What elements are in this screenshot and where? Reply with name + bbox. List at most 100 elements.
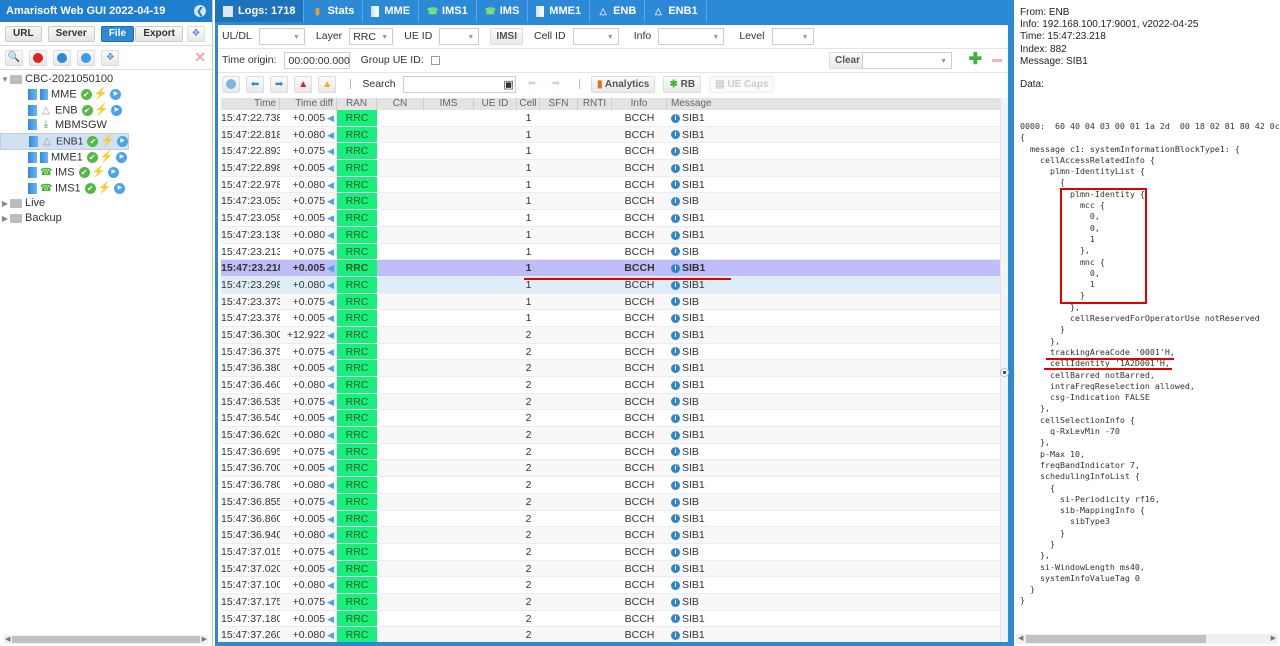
table-row[interactable]: 15:47:37.175 +0.075 ◀ RRC 2 BCCH i SIB [221,593,1003,611]
layer-select[interactable]: RRC ▼ [349,28,394,45]
info-icon[interactable]: i [671,230,680,240]
splitter-handle[interactable] [1000,368,1009,377]
scroll-thumb[interactable] [12,636,200,643]
info-icon[interactable]: i [671,430,680,440]
table-row[interactable]: 15:47:23.378 +0.005 ◀ RRC 1 BCCH i SIB1 [221,310,1003,327]
info-icon[interactable]: i [671,130,680,140]
tree-node-enb[interactable]: △ ENB ✔ ⚡ ▶ [0,103,212,118]
play-icon[interactable]: ▶ [117,136,129,148]
column-header-cn[interactable]: CN [377,98,424,110]
scroll-left-icon[interactable]: ◀ [5,635,10,644]
bolt-icon[interactable]: ⚡ [95,103,109,118]
tree-node-enb1[interactable]: △ ENB1 ✔ ⚡ ▶ [0,133,130,151]
info-icon[interactable]: i [671,297,680,307]
ueid-select[interactable]: ▼ [439,28,480,45]
table-row[interactable]: 15:47:36.700 +0.005 ◀ RRC 2 BCCH i SIB1 [221,460,1003,478]
play-icon[interactable]: ▶ [111,104,123,116]
info-icon[interactable]: i [671,197,680,207]
warning-icon[interactable]: ▲ [318,76,337,93]
expand-icon[interactable]: ▶ [0,211,10,226]
column-header-ran[interactable]: RAN [337,98,377,110]
table-row[interactable]: 15:47:22.898 +0.005 ◀ RRC 1 BCCH i SIB1 [221,160,1003,177]
table-row[interactable]: 15:47:22.818 +0.080 ◀ RRC 1 BCCH i SIB1 [221,126,1003,144]
search-config-icon[interactable]: 🔍 [5,50,23,66]
tree-node-ims[interactable]: ☎ IMS ✔ ⚡ ▶ [0,165,212,180]
table-row[interactable]: 15:47:37.260 +0.080 ◀ RRC 2 BCCH i SIB1 [221,627,1003,642]
clear-button[interactable]: Clear [828,52,866,69]
scroll-right-icon[interactable]: ▶ [202,635,207,644]
search-next-icon[interactable]: ➡ [547,76,565,93]
pause-icon[interactable] [77,50,96,66]
table-row[interactable]: 15:47:36.300 +12.922 ◀ RRC 2 BCCH i SIB1 [221,326,1003,344]
table-row[interactable]: 15:47:23.053 +0.075 ◀ RRC 1 BCCH i SIB [221,193,1003,211]
info-icon[interactable]: i [671,280,680,290]
column-header-rnti[interactable]: RNTI [578,98,612,110]
info-icon[interactable]: i [671,313,680,323]
details-horizontal-scrollbar[interactable]: ◀ ▶ [1016,634,1278,644]
table-row[interactable]: 15:47:36.535 +0.075 ◀ RRC 2 BCCH i SIB [221,393,1003,411]
table-row[interactable]: 15:47:36.380 +0.005 ◀ RRC 2 BCCH i SIB1 [221,360,1003,377]
info-icon[interactable]: i [671,614,680,624]
clock-icon[interactable] [222,76,240,93]
tree-folder-backup[interactable]: ▶ Backup [0,211,212,226]
table-row[interactable]: 15:47:36.460 +0.080 ◀ RRC 2 BCCH i SIB1 [221,377,1003,394]
collapse-panel-icon[interactable]: ❮ [194,5,206,17]
info-icon[interactable]: i [671,530,680,540]
scroll-thumb[interactable] [1026,635,1206,643]
table-row[interactable]: 15:47:36.855 +0.075 ◀ RRC 2 BCCH i SIB [221,493,1003,511]
column-header-time-diff[interactable]: Time diff [280,98,337,110]
info-icon[interactable]: i [671,163,680,173]
info-icon[interactable]: i [671,497,680,507]
info-icon[interactable]: i [671,564,680,574]
column-header-message[interactable]: Message [667,98,1003,110]
tree-node-mme[interactable]: MME ✔ ⚡ ▶ [0,87,212,102]
uldl-select[interactable]: ▼ [258,28,305,45]
info-icon[interactable]: i [671,247,680,257]
server-button[interactable]: Server [47,26,95,42]
column-header-ims[interactable]: IMS [424,98,474,110]
time-origin-input[interactable]: 00:00:00.000 [283,52,350,69]
column-header-info[interactable]: Info [612,98,667,110]
info-icon[interactable]: i [671,330,680,340]
connect-icon[interactable]: ❖ [187,26,205,42]
table-row[interactable]: 15:47:22.893 +0.075 ◀ RRC 1 BCCH i SIB [221,143,1003,161]
column-header-time[interactable]: Time [221,98,280,110]
info-icon[interactable]: i [671,113,680,123]
table-row[interactable]: 15:47:37.020 +0.005 ◀ RRC 2 BCCH i SIB1 [221,560,1003,578]
tree-node-ims1[interactable]: ☎ IMS1 ✔ ⚡ ▶ [0,181,212,196]
expand-icon[interactable]: ▶ [0,196,10,211]
tab-logs[interactable]: Logs: 1718 [215,0,305,22]
refresh-icon[interactable] [53,50,72,66]
arrow-right-icon[interactable]: ➡ [270,76,289,93]
imsi-button[interactable]: IMSI [490,28,523,45]
tab-enb1[interactable]: △ ENB1 [645,0,707,22]
rb-button[interactable]: ✱ RB [663,76,702,93]
tree-node-mme1[interactable]: MME1 ✔ ⚡ ▶ [0,150,212,165]
level-select[interactable]: ▼ [771,28,814,45]
table-row[interactable]: 15:47:37.015 +0.075 ◀ RRC 2 BCCH i SIB [221,543,1003,561]
url-button[interactable]: URL [5,26,42,42]
table-row[interactable]: 15:47:36.940 +0.080 ◀ RRC 2 BCCH i SIB1 [221,527,1003,544]
arrow-left-icon[interactable]: ⬅ [246,76,265,93]
left-horizontal-scrollbar[interactable]: ◀ ▶ [4,635,208,644]
tab-enb[interactable]: △ ENB [590,0,646,22]
export-button[interactable]: Export [135,26,183,42]
binoculars-icon[interactable]: ▣ [503,77,513,94]
tab-ims1[interactable]: ☎ IMS1 [419,0,477,22]
info-icon[interactable]: i [671,580,680,590]
tab-mme1[interactable]: MME1 [528,0,591,22]
tab-ims[interactable]: ☎ IMS [477,0,529,22]
info-icon[interactable]: i [671,414,680,424]
tab-stats[interactable]: ▮ Stats [304,0,364,22]
info-icon[interactable]: i [671,147,680,157]
ue-caps-button[interactable]: ▤ UE Caps [709,76,775,93]
error-icon[interactable]: ▲ [294,76,313,93]
close-icon[interactable]: ✕ [194,49,206,66]
play-icon[interactable]: ▶ [114,182,126,194]
play-icon[interactable]: ▶ [116,152,128,164]
plug-icon[interactable]: ❖ [101,50,120,66]
play-icon[interactable]: ▶ [108,167,120,179]
bolt-icon[interactable]: ⚡ [100,134,114,149]
info-icon[interactable]: i [671,597,680,607]
info-icon[interactable]: i [671,397,680,407]
